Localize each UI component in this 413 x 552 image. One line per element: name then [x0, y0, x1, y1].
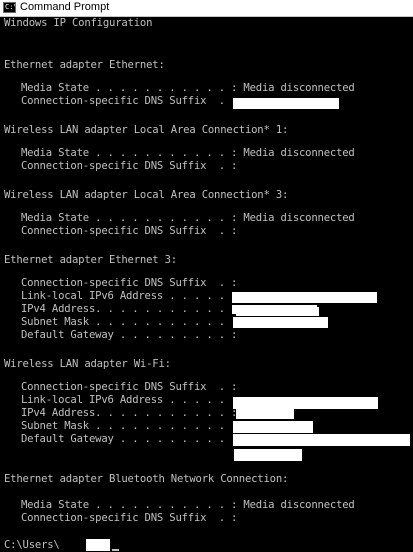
console-line: Subnet Mask . . . . . . . . . . . :	[21, 316, 238, 328]
console-line: Wireless LAN adapter Local Area Connecti…	[4, 189, 289, 201]
redacted-value	[236, 307, 319, 316]
console-line: Ethernet adapter Ethernet 3:	[4, 254, 177, 266]
redacted-value	[86, 539, 110, 551]
console-line: Media State . . . . . . . . . . . : Medi…	[21, 212, 355, 224]
console-line: Default Gateway . . . . . . . . . :	[21, 329, 238, 341]
console-line: Windows IP Configuration	[4, 17, 153, 29]
console-line: Media State . . . . . . . . . . . : Medi…	[21, 499, 355, 511]
redacted-value	[233, 317, 328, 328]
redacted-value	[234, 449, 302, 461]
console-line: Connection-specific DNS Suffix . :	[21, 225, 238, 237]
console-line: Wireless LAN adapter Wi-Fi:	[4, 358, 171, 370]
redacted-value	[233, 98, 339, 109]
title-bar[interactable]: C:\ Command Prompt	[0, 0, 413, 17]
console-line: Default Gateway . . . . . . . . . :	[21, 433, 238, 445]
console-line: C:\Users\	[4, 539, 60, 551]
redacted-value	[233, 421, 313, 433]
console-line: Connection-specific DNS Suffix . :	[21, 95, 238, 107]
redacted-value	[233, 397, 378, 409]
console-line: Subnet Mask . . . . . . . . . . . :	[21, 420, 238, 432]
console-line: Link-local IPv6 Address . . . . . :	[21, 290, 238, 302]
console-line: Media State . . . . . . . . . . . : Medi…	[21, 82, 355, 94]
console-line: Wireless LAN adapter Local Area Connecti…	[4, 124, 289, 136]
console-line: Connection-specific DNS Suffix . :	[21, 277, 238, 289]
console-line: IPv4 Address. . . . . . . . . . . :	[21, 303, 238, 315]
redacted-value	[236, 409, 294, 419]
text-cursor	[112, 549, 119, 551]
console-line: Connection-specific DNS Suffix . :	[21, 381, 238, 393]
console-line: Connection-specific DNS Suffix . :	[21, 160, 238, 172]
console-line: Connection-specific DNS Suffix . :	[21, 512, 238, 524]
cmd-icon: C:\	[3, 2, 16, 13]
console-line: IPv4 Address. . . . . . . . . . . :	[21, 407, 238, 419]
console-line: Link-local IPv6 Address . . . . . :	[21, 394, 238, 406]
redacted-value	[232, 292, 377, 303]
redacted-value	[233, 434, 410, 446]
console-line: Media State . . . . . . . . . . . : Medi…	[21, 147, 355, 159]
window-title: Command Prompt	[20, 1, 110, 13]
console-output[interactable]: Windows IP Configuration Ethernet adapter…	[0, 17, 413, 552]
console-line: Ethernet adapter Ethernet:	[4, 59, 165, 71]
console-line: Ethernet adapter Bluetooth Network Conne…	[4, 473, 289, 485]
